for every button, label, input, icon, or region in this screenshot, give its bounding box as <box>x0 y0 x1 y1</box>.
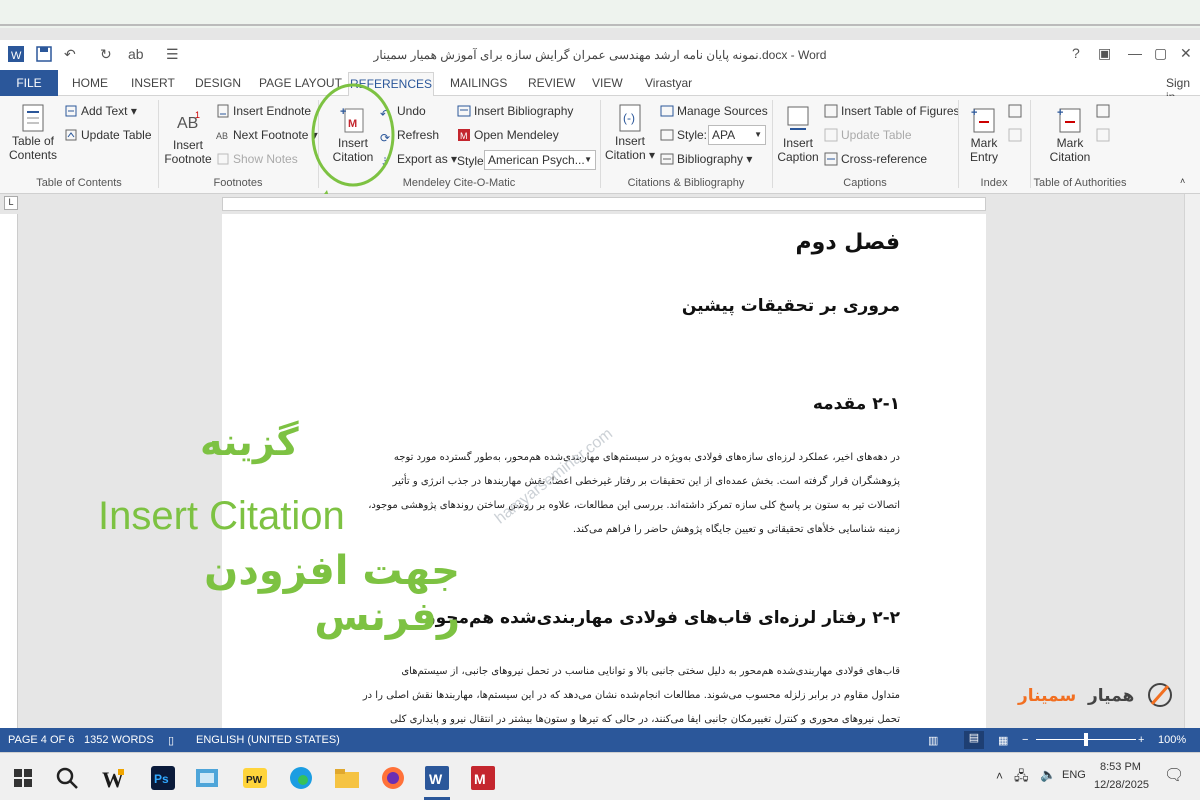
proofing-icon[interactable]: ▯ <box>168 734 174 747</box>
annotation-line-1: گزینه <box>200 420 299 464</box>
control-panel-icon[interactable] <box>194 765 220 791</box>
zoom-out-icon[interactable]: − <box>1022 734 1028 746</box>
search-icon[interactable] <box>54 765 80 791</box>
word-count[interactable]: 1352 WORDS <box>84 734 154 746</box>
print-layout-icon[interactable]: ▤ <box>964 731 984 749</box>
vertical-ruler <box>0 214 18 728</box>
horizontal-ruler: L <box>0 194 1200 214</box>
app-pw-icon[interactable]: PW <box>242 765 268 791</box>
mendeley-taskbar-icon[interactable]: M <box>470 765 496 791</box>
zoom-in-icon[interactable]: + <box>1138 734 1144 746</box>
annotation-text: گزینه Insert Citation جهت افزودن رفرنس <box>40 420 460 640</box>
annotation-line-3: جهت افزودن رفرنس <box>204 548 460 640</box>
windows-start-icon[interactable] <box>10 765 36 791</box>
web-layout-icon[interactable]: ▦ <box>998 734 1008 747</box>
app-w-icon[interactable]: W <box>100 765 126 791</box>
clock-date[interactable]: 12/28/2025 <box>1094 779 1149 791</box>
paragraph-line: تحمل نیروهای محوری و کنترل تغییرمکان جان… <box>390 714 900 725</box>
photoshop-icon[interactable]: Ps <box>150 765 176 791</box>
section-title: مروری بر تحقیقات پیشین <box>681 296 900 316</box>
status-bar: PAGE 4 OF 6 1352 WORDS ▯ ENGLISH (UNITED… <box>0 728 1200 752</box>
input-language[interactable]: ENG <box>1062 769 1086 781</box>
paragraph-behavior: قاب‌های فولادی مهاربندی‌شده هم‌محور به د… <box>330 660 900 728</box>
page-indicator[interactable]: PAGE 4 OF 6 <box>8 734 74 746</box>
notifications-icon[interactable]: 🗨 <box>1164 765 1184 785</box>
highlight-circle <box>311 83 395 187</box>
word-taskbar-icon[interactable]: W <box>424 765 450 791</box>
heading-behavior: ۲-۲ رفتار لرزه‌ای قاب‌های فولادی مهاربند… <box>425 608 900 628</box>
language-indicator[interactable]: ENGLISH (UNITED STATES) <box>196 734 340 746</box>
read-mode-icon[interactable]: ▥ <box>928 734 938 747</box>
zoom-slider-track[interactable] <box>1036 733 1136 746</box>
heading-intro: ۲-۱ مقدمه <box>812 394 900 414</box>
paragraph-line: متداول مقاوم در برابر زلزله محسوب می‌شون… <box>362 690 900 701</box>
vertical-scrollbar[interactable] <box>1184 194 1200 728</box>
clock-time[interactable]: 8:53 PM <box>1100 761 1141 773</box>
file-explorer-icon[interactable] <box>334 765 360 791</box>
network-icon[interactable]: 🖧 <box>1014 767 1029 789</box>
svg-text:Ps: Ps <box>154 772 169 786</box>
svg-text:PW: PW <box>246 775 263 786</box>
logo-pen-icon <box>1148 683 1172 707</box>
firefox-icon[interactable] <box>380 765 406 791</box>
show-hidden-icons-icon[interactable]: ˄ <box>996 769 1003 783</box>
windows-taskbar: W Ps PW W M ˄ 🖧 🔈 ENG 8:53 PM 12/28/2025… <box>0 752 1200 800</box>
tab-selector-icon[interactable]: L <box>4 196 18 210</box>
annotation-line-2: Insert Citation <box>98 494 345 538</box>
speaker-icon[interactable]: 🔈 <box>1040 767 1056 783</box>
svg-text:W: W <box>429 771 443 787</box>
logo-text-b: سمینار <box>1018 686 1077 706</box>
chapter-heading: فصل دوم <box>795 230 900 255</box>
svg-text:M: M <box>474 771 486 787</box>
ruler-bar[interactable] <box>222 197 986 211</box>
site-logo: سمینار همیار <box>1018 680 1178 720</box>
paragraph-line: قاب‌های فولادی مهاربندی‌شده هم‌محور به د… <box>401 666 900 677</box>
zoom-level[interactable]: 100% <box>1158 734 1186 746</box>
logo-text-a: همیار <box>1088 686 1135 706</box>
zoom-slider-thumb[interactable] <box>1084 733 1088 746</box>
edge-browser-icon[interactable] <box>288 765 314 791</box>
